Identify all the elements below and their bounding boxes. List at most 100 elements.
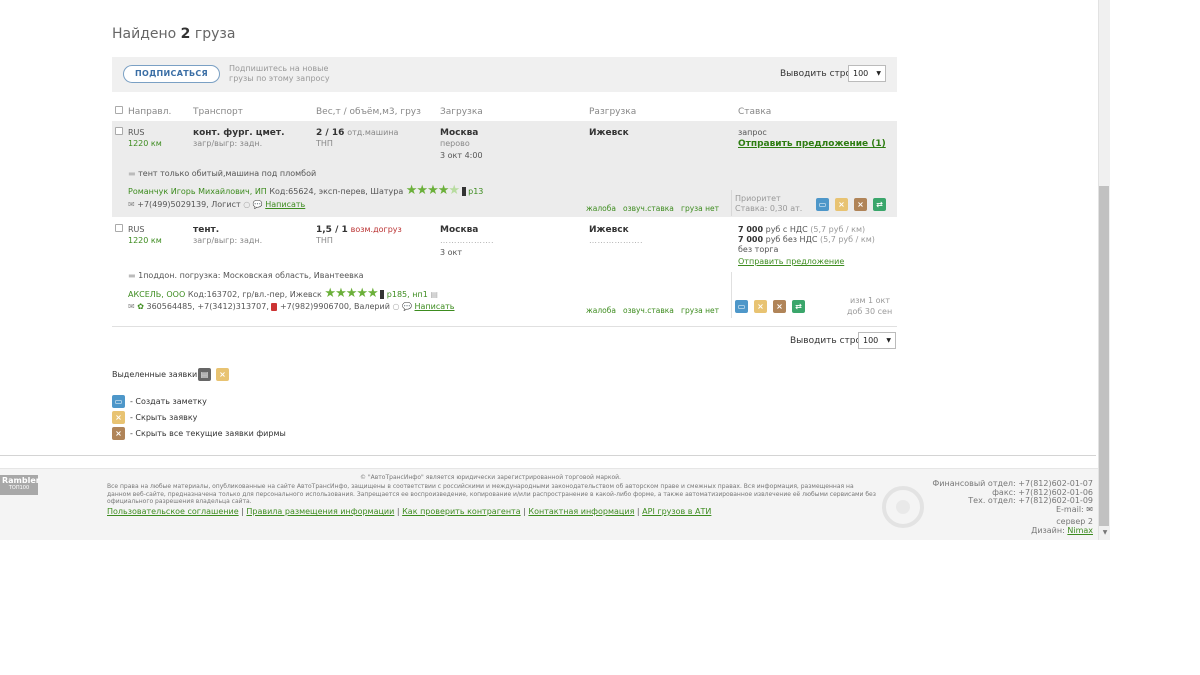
rate-vat-per-km: (5,7 руб / км) [810,225,866,234]
cell-divider [731,190,732,216]
col-weight[interactable]: Вес,т / объём,м3, груз [316,107,421,117]
transfer-icon[interactable]: ⇄ [792,300,805,313]
legend-hide-icon: × [112,411,125,424]
selected-requests-label: Выделенные заявки: [112,370,200,379]
company-name-link[interactable]: Романчук Игорь Михайлович, ИП [128,187,267,196]
envelope-icon[interactable]: ✉ [1086,505,1093,514]
company-info: Код:163702, гр/вл.-пер, Ижевск [187,290,322,299]
hide-all-icon[interactable]: × [773,300,786,313]
write-link[interactable]: Написать [414,302,454,311]
design-link[interactable]: Nimax [1067,526,1093,535]
subscribe-button[interactable]: ПОДПИСАТЬСЯ [123,65,220,83]
row-distance[interactable]: 1220 км [128,139,162,148]
design-row: Дизайн: Nimax [932,525,1093,536]
rate-novat-text: руб без НДС [765,235,818,244]
contact-phone: +7(499)5029139, Логист [137,200,241,209]
row-contact: ✉ ✿ 360564485, +7(3412)313707, +7(982)99… [128,302,455,311]
page-title: Найдено 2 груза [112,26,235,42]
scrollbar-thumb[interactable] [1099,186,1109,526]
priority-label: Приоритет [735,194,781,203]
write-link[interactable]: Написать [265,200,305,209]
rows-per-page-select[interactable]: 100 ▼ [848,65,886,82]
mail-icon[interactable]: ✉ [128,302,135,311]
row-load-city: Москва [440,128,479,138]
row-transport-type: тент. [193,225,220,235]
row-distance[interactable]: 1220 км [128,236,162,245]
priority-rate: Ставка: 0,30 ат. [735,204,803,213]
hide-all-icon[interactable]: × [854,198,867,211]
rate-vat-text: руб с НДС [765,225,808,234]
contact-phone-2: +7(982)9906700, Валерий [279,302,390,311]
row-checkbox[interactable] [115,127,123,135]
voiced-rate-link[interactable]: озвуч.ставка [623,204,674,213]
complaint-link[interactable]: жалоба [586,204,616,213]
rate-with-vat: 7 000 руб с НДС (5,7 руб / км) [738,225,865,234]
design-label: Дизайн: [1031,525,1065,535]
legend-hide-all-text: - Скрыть все текущие заявки фирмы [130,429,286,438]
row-note: ▬ 1поддон. погрузка: Московская область,… [128,271,364,280]
select-all-checkbox[interactable] [115,106,123,114]
row-weight-cell: 1,5 / 1 возм.догруз [316,225,402,235]
chat-icon[interactable]: 💬 [402,302,412,311]
row-cargo: ТНП [316,139,333,148]
note-icon[interactable]: ▭ [816,198,829,211]
rambler-top100-logo[interactable]: Rambler ТОП100 [0,475,40,495]
email-label: E-mail: [1055,504,1084,514]
col-loading[interactable]: Загрузка [440,107,483,117]
document-icon[interactable]: ▤ [430,290,438,299]
print-icon[interactable]: ▤ [198,368,211,381]
company-info: Код:65624, эксп-перев, Шатура [269,187,404,196]
row-weight-note: возм.догруз [350,225,402,234]
rambler-top-text: ТОП100 [8,485,30,491]
rows-per-page-label: Выводить строк [780,69,857,79]
subscribe-bar: ПОДПИСАТЬСЯ Подпишитесь на новые грузы п… [112,57,897,92]
hide-icon[interactable]: × [835,198,848,211]
col-unloading[interactable]: Разгрузка [589,107,636,117]
footer-link-contacts[interactable]: Контактная информация [528,507,634,516]
col-transport[interactable]: Транспорт [193,107,243,117]
footer-link-api[interactable]: API грузов в АТИ [642,507,711,516]
chat-icon[interactable]: 💬 [253,200,263,209]
added-date: доб 30 сен [847,307,893,316]
mail-icon[interactable]: ✉ [128,200,135,209]
rating-stars: ★★★★★ [405,183,460,198]
send-offer-link[interactable]: Отправить предложение [738,257,844,266]
rambler-text: Rambler [2,476,40,485]
no-cargo-link[interactable]: груза нет [681,204,719,213]
company-badge[interactable]: р185, нп1 [387,290,428,299]
send-offer-link[interactable]: Отправить предложение (1) [738,139,886,149]
contact-phone: 360564485, +7(3412)313707, [146,302,269,311]
row-country: RUS [128,128,145,137]
footer-copyright: © "АвтоТрансИнфо" является юридически за… [360,474,621,481]
row-note-text: тент только обитый,машина под пломбой [138,169,317,178]
row-weight-cell: 2 / 16 отд.машина [316,128,398,138]
scroll-down-arrow[interactable]: ▼ [1101,529,1109,537]
row-load-city: Москва [440,225,479,235]
company-badge[interactable]: р13 [468,187,483,196]
subscribe-hint: Подпишитесь на новые грузы по этому запр… [229,64,330,83]
transfer-icon[interactable]: ⇄ [873,198,886,211]
col-rate[interactable]: Ставка [738,107,771,117]
rate-vat-amount: 7 000 [738,225,764,234]
row-note-text: 1поддон. погрузка: Московская область, И… [138,271,364,280]
hide-icon[interactable]: × [754,300,767,313]
rows-per-page-select-bottom[interactable]: 100 ▼ [858,332,896,349]
chevron-down-icon: ▼ [876,70,881,77]
no-cargo-link[interactable]: груза нет [681,306,719,315]
hide-selected-icon[interactable]: × [216,368,229,381]
footer-link-rules[interactable]: Правила размещения информации [246,507,394,516]
legend-note-icon: ▭ [112,395,125,408]
company-name-link[interactable]: АКСЕЛЬ, ООО [128,290,185,299]
footer-separator [0,455,1096,456]
row-checkbox[interactable] [115,224,123,232]
footer-rights: Все права на любые материалы, опубликова… [107,483,876,505]
note-icon[interactable]: ▭ [735,300,748,313]
status-dot-icon: ○ [243,200,251,209]
footer-link-agreement[interactable]: Пользовательское соглашение [107,507,239,516]
found-suffix: груза [194,26,236,42]
voiced-rate-link[interactable]: озвуч.ставка [623,306,674,315]
footer-link-check[interactable]: Как проверить контрагента [402,507,521,516]
col-direction[interactable]: Направл. [128,107,171,117]
row-note: ▬ тент только обитый,машина под пломбой [128,169,316,178]
complaint-link[interactable]: жалоба [586,306,616,315]
